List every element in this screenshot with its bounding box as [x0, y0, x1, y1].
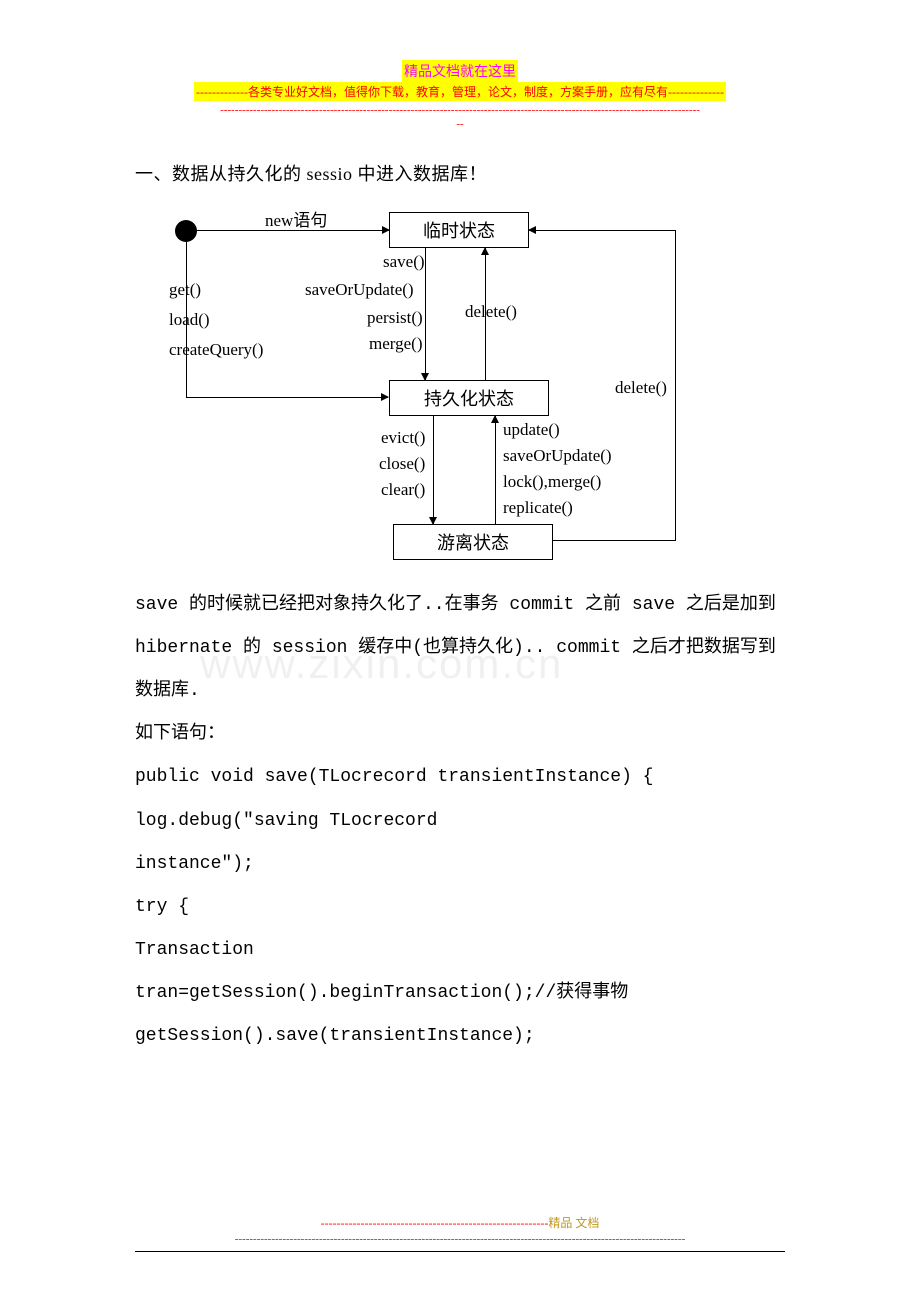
code-line: tran=getSession().beginTransaction();//获…: [135, 972, 785, 1015]
code-line: getSession().save(transientInstance);: [135, 1015, 785, 1058]
label-createquery: createQuery(): [169, 340, 263, 360]
header-divider: ----------------------------------------…: [135, 103, 785, 132]
label-get: get(): [169, 280, 201, 300]
header-title: 精品文档就在这里: [402, 60, 518, 82]
header-subtitle: -------------各类专业好文档，值得你下载，教育，管理，论文，制度，方…: [194, 82, 726, 101]
label-save: save(): [383, 252, 425, 272]
code-line: public void save(TLocrecord transientIns…: [135, 756, 785, 799]
label-delete-inner: delete(): [465, 302, 517, 322]
start-node-icon: [175, 220, 197, 242]
label-close: close(): [379, 454, 425, 474]
document-header: 精品文档就在这里 -------------各类专业好文档，值得你下载，教育，管…: [135, 60, 785, 132]
label-load: load(): [169, 310, 210, 330]
label-saveorupdate2: saveOrUpdate(): [503, 446, 612, 466]
document-footer: ----------------------------------------…: [135, 1214, 785, 1252]
label-lock-merge: lock(),merge(): [503, 472, 601, 492]
paragraph-intro: 如下语句：: [135, 713, 785, 756]
label-replicate: replicate(): [503, 498, 573, 518]
label-merge: merge(): [369, 334, 423, 354]
label-evict: evict(): [381, 428, 425, 448]
box-transient-state: 临时状态: [389, 212, 529, 248]
section-title: 一、数据从持久化的 sessio 中进入数据库！: [135, 160, 785, 186]
state-diagram: new语句 临时状态 get() load() createQuery() sa…: [155, 210, 715, 560]
label-saveorupdate: saveOrUpdate(): [305, 280, 414, 300]
label-persist: persist(): [367, 308, 423, 328]
body-content: save 的时候就已经把对象持久化了..在事务 commit 之前 save 之…: [135, 584, 785, 1059]
label-clear: clear(): [381, 480, 425, 500]
box-detached-state: 游离状态: [393, 524, 553, 560]
label-delete-outer: delete(): [615, 378, 667, 398]
box-persistent-state: 持久化状态: [389, 380, 549, 416]
code-line: instance");: [135, 843, 785, 886]
code-line: Transaction: [135, 929, 785, 972]
paragraph-explanation: save 的时候就已经把对象持久化了..在事务 commit 之前 save 之…: [135, 584, 785, 714]
label-new-stmt: new语句: [265, 206, 327, 231]
code-line: try {: [135, 886, 785, 929]
label-update: update(): [503, 420, 560, 440]
code-line: log.debug("saving TLocrecord: [135, 800, 785, 843]
